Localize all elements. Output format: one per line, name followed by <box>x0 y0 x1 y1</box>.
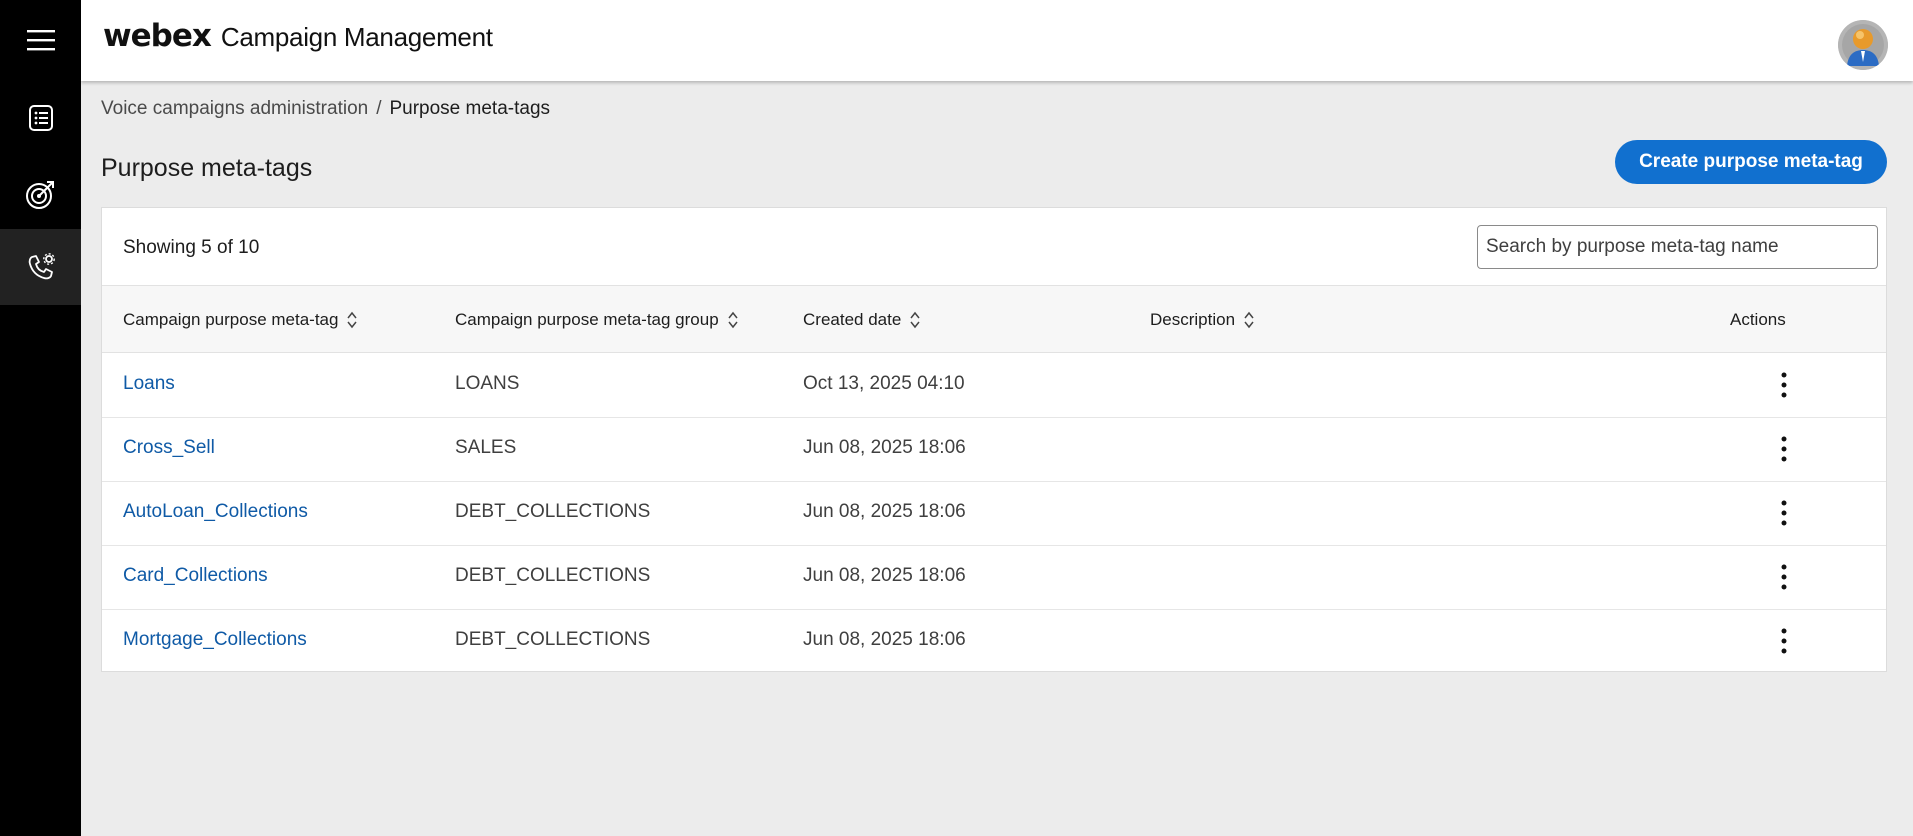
meta-tag-name-link[interactable]: Loans <box>123 373 175 395</box>
row-actions-button[interactable] <box>1772 368 1796 402</box>
more-vertical-icon <box>1781 628 1787 654</box>
meta-tag-group: SALES <box>455 437 517 458</box>
sidebar <box>0 0 81 836</box>
meta-tag-name-link[interactable]: Card_Collections <box>123 565 268 587</box>
sidebar-item-campaigns[interactable] <box>0 80 81 156</box>
create-purpose-meta-tag-button[interactable]: Create purpose meta-tag <box>1615 140 1887 184</box>
meta-tag-group: DEBT_COLLECTIONS <box>455 501 651 522</box>
column-header-actions: Actions <box>1730 310 1786 330</box>
table-row: Card_Collections DEBT_COLLECTIONS Jun 08… <box>102 546 1886 610</box>
breadcrumb: Voice campaigns administration / Purpose… <box>101 98 550 120</box>
row-actions-button[interactable] <box>1772 432 1796 466</box>
column-header-label: Created date <box>803 310 902 329</box>
more-vertical-icon <box>1781 436 1787 462</box>
sidebar-item-targets[interactable] <box>0 156 81 232</box>
table-header: Campaign purpose meta-tag Campaign purpo… <box>102 285 1886 353</box>
row-actions-button[interactable] <box>1772 560 1796 594</box>
column-header-label: Campaign purpose meta-tag <box>123 310 339 329</box>
phone-settings-icon <box>28 253 55 280</box>
row-actions-button[interactable] <box>1772 496 1796 530</box>
table-row: AutoLoan_Collections DEBT_COLLECTIONS Ju… <box>102 482 1886 546</box>
sort-icon <box>1244 311 1254 329</box>
breadcrumb-link-voice-campaigns[interactable]: Voice campaigns administration <box>101 98 368 120</box>
column-header-created-date[interactable]: Created date <box>803 310 921 330</box>
webex-logo: webex <box>103 18 212 54</box>
column-header-label: Campaign purpose meta-tag group <box>455 310 719 329</box>
column-header-label: Description <box>1150 310 1236 329</box>
user-avatar-icon <box>1838 20 1888 70</box>
meta-tags-table-card: Showing 5 of 10 Campaign purpose meta-ta… <box>101 207 1887 672</box>
list-document-icon <box>28 105 53 131</box>
brand: webex Campaign Management <box>103 18 493 54</box>
page-title: Purpose meta-tags <box>101 154 313 182</box>
created-date: Jun 08, 2025 18:06 <box>803 501 966 522</box>
sort-icon <box>910 311 920 329</box>
more-vertical-icon <box>1781 372 1787 398</box>
breadcrumb-separator: / <box>376 98 382 119</box>
more-vertical-icon <box>1781 500 1787 526</box>
results-count: Showing 5 of 10 <box>123 237 260 258</box>
table-row: Cross_Sell SALES Jun 08, 2025 18:06 <box>102 418 1886 482</box>
created-date: Jun 08, 2025 18:06 <box>803 437 966 458</box>
sidebar-item-voice-admin[interactable] <box>0 229 81 305</box>
column-header-description[interactable]: Description <box>1150 310 1255 330</box>
row-actions-button[interactable] <box>1772 624 1796 658</box>
search-input[interactable] <box>1477 225 1878 269</box>
top-header: webex Campaign Management <box>81 0 1913 81</box>
meta-tag-name-link[interactable]: Mortgage_Collections <box>123 629 307 651</box>
created-date: Oct 13, 2025 04:10 <box>803 373 965 394</box>
more-vertical-icon <box>1781 564 1787 590</box>
breadcrumb-current: Purpose meta-tags <box>389 98 551 119</box>
created-date: Jun 08, 2025 18:06 <box>803 629 966 650</box>
meta-tag-name-link[interactable]: AutoLoan_Collections <box>123 501 308 523</box>
column-header-label: Actions <box>1730 310 1786 329</box>
column-header-group[interactable]: Campaign purpose meta-tag group <box>455 310 739 330</box>
sort-icon <box>347 311 358 329</box>
app-title: Campaign Management <box>220 22 493 52</box>
hamburger-menu-icon <box>26 30 55 51</box>
table-row: Mortgage_Collections DEBT_COLLECTIONS Ju… <box>102 610 1886 674</box>
sort-icon <box>728 311 738 329</box>
meta-tag-group: LOANS <box>455 373 520 394</box>
avatar[interactable] <box>1838 20 1888 70</box>
meta-tag-group: DEBT_COLLECTIONS <box>455 629 651 650</box>
target-icon <box>25 181 54 209</box>
created-date: Jun 08, 2025 18:06 <box>803 565 966 586</box>
column-header-name[interactable]: Campaign purpose meta-tag <box>123 310 358 330</box>
table-row: Loans LOANS Oct 13, 2025 04:10 <box>102 354 1886 418</box>
meta-tag-group: DEBT_COLLECTIONS <box>455 565 651 586</box>
hamburger-menu-button[interactable] <box>0 2 81 78</box>
meta-tag-name-link[interactable]: Cross_Sell <box>123 437 215 459</box>
